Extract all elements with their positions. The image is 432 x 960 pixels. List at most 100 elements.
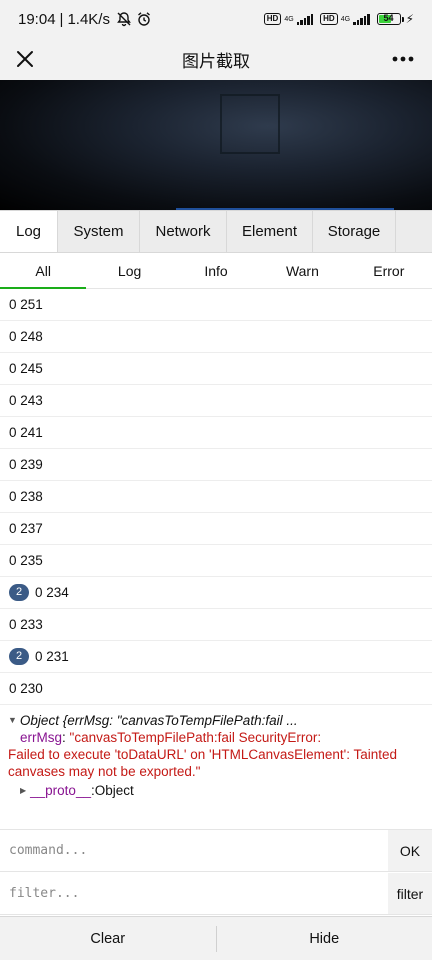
clear-button[interactable]: Clear [0,917,216,960]
log-text: 0 237 [9,521,43,536]
log-text: 0 238 [9,489,43,504]
log-text: 0 230 [9,681,43,696]
status-left: 19:04 | 1.4K/s [18,11,152,28]
proto-key: __proto__ [30,783,91,798]
more-icon[interactable] [390,46,416,72]
log-text: 0 234 [35,585,69,600]
object-log-entry: ▼ Object {errMsg: "canvasToTempFilePath:… [0,706,432,830]
log-entry: 0 235 [0,545,432,577]
subtab-error[interactable]: Error [346,253,432,288]
repeat-count-badge: 2 [9,648,29,665]
command-input[interactable] [0,830,388,871]
filter-input[interactable] [0,873,388,914]
status-speed: 1.4K/s [67,10,110,28]
status-right: HD 4G HD 4G 54 ⚡ [263,12,414,26]
log-entry: 0 251 [0,289,432,321]
network-type-1: 4G [284,16,293,23]
log-text: 0 239 [9,457,43,472]
log-text: 0 241 [9,425,43,440]
log-entry: 0 230 [0,673,432,705]
tab-system-label: System [73,223,124,240]
property-value-start: "canvasToTempFilePath:fail SecurityError… [69,730,322,745]
property-value-rest: Failed to execute 'toDataURL' on 'HTMLCa… [8,747,398,779]
devtools-tabs: Log System Network Element Storage [0,210,432,253]
tab-log[interactable]: Log [0,211,58,252]
log-entry: 2 0 234 [0,577,432,609]
canvas-preview [0,80,432,212]
nav-bar: 图片截取 [0,38,432,80]
filter-row: filter [0,873,432,915]
object-properties: errMsg: "canvasToTempFilePath:fail Secur… [8,729,424,780]
preview-frame [220,94,280,154]
signal-icon [296,13,314,25]
subtab-error-label: Error [373,262,405,279]
alarm-icon [136,11,152,27]
subtab-info-label: Info [204,262,228,279]
object-property-errmsg: errMsg: "canvasToTempFilePath:fail Secur… [20,729,424,746]
object-summary: Object {errMsg: "canvasToTempFilePath:fa… [19,713,298,728]
bell-off-icon [116,11,132,27]
subtab-info[interactable]: Info [173,253,259,288]
log-text: 0 243 [9,393,43,408]
battery-icon: 54 [376,13,404,25]
charging-icon: ⚡ [405,12,414,26]
tab-log-label: Log [15,223,42,240]
subtab-warn[interactable]: Warn [259,253,345,288]
proto-toggle[interactable]: ▶ __proto__: Object [8,782,424,799]
log-entry: 0 243 [0,385,432,417]
tab-network[interactable]: Network [140,211,227,252]
subtab-all-label: All [35,262,51,279]
status-bar: 19:04 | 1.4K/s HD 4G HD 4G 54 ⚡ [0,0,432,38]
log-entry: 0 248 [0,321,432,353]
log-text: 0 235 [9,553,43,568]
subtab-log-label: Log [117,262,142,279]
page-title: 图片截取 [182,51,250,71]
tab-storage-label: Storage [327,223,381,240]
filter-button[interactable]: filter [388,873,432,914]
log-entry: 0 237 [0,513,432,545]
network-type-2: 4G [341,16,350,23]
repeat-count-badge: 2 [9,584,29,601]
preview-image [0,80,432,212]
tab-system[interactable]: System [58,211,140,252]
hd-badge-1: HD [263,13,282,25]
bottom-bar: Clear Hide [0,916,432,960]
hd-badge-2: HD [320,13,338,25]
command-row: OK [0,830,432,872]
tab-element[interactable]: Element [227,211,313,252]
battery-level: 54 [383,13,394,23]
caret-down-icon: ▼ [8,715,17,725]
tab-storage[interactable]: Storage [313,211,396,252]
network-label-2: 4G [340,15,351,23]
log-entry: 0 238 [0,481,432,513]
close-icon[interactable] [12,46,38,72]
property-key: errMsg [20,730,63,745]
proto-value: Object [94,783,134,798]
log-entry: 0 245 [0,353,432,385]
log-text: 0 245 [9,361,43,376]
property-colon: : [62,730,70,745]
log-level-tabs: All Log Info Warn Error [0,253,432,289]
log-entry: 0 233 [0,609,432,641]
tab-element-label: Element [241,223,298,240]
log-text: 0 251 [9,297,43,312]
caret-right-icon: ▶ [20,786,27,795]
log-entry: 0 241 [0,417,432,449]
status-time: 19:04 [18,10,56,28]
subtab-warn-label: Warn [285,262,319,279]
log-text: 0 231 [35,649,69,664]
subtab-all[interactable]: All [0,253,87,289]
tab-network-label: Network [155,223,211,240]
object-summary-toggle[interactable]: ▼ Object {errMsg: "canvasToTempFilePath:… [8,712,424,729]
status-separator: | [59,10,64,28]
log-entry: 2 0 231 [0,641,432,673]
hide-button[interactable]: Hide [217,917,432,960]
ok-button[interactable]: OK [388,830,432,871]
log-entry: 0 239 [0,449,432,481]
log-text: 0 233 [9,617,43,632]
log-list: 0 251 0 248 0 245 0 243 0 241 0 239 0 23… [0,289,432,705]
signal-icon-2 [353,13,370,25]
subtab-log[interactable]: Log [86,253,172,288]
log-text: 0 248 [9,329,43,344]
network-label-1: 4G [284,15,294,23]
